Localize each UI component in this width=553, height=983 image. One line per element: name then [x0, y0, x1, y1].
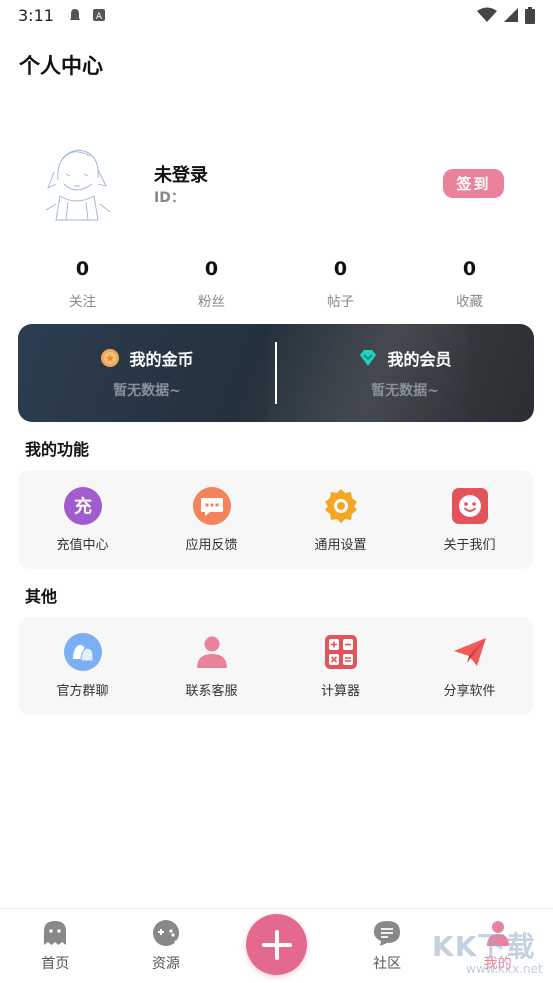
grid-item-label: 通用设置 [314, 537, 367, 553]
smile-icon [451, 487, 488, 524]
functions-section-title: 我的功能 [25, 440, 90, 459]
watermark: KK下载 [432, 930, 536, 963]
gear-icon [324, 488, 357, 523]
svg-text:A: A [96, 12, 103, 22]
status-time: 3:11 [18, 5, 54, 25]
nav-resources[interactable]: 资源 [111, 909, 222, 983]
grid-item-label: 分享软件 [443, 684, 496, 699]
coin-icon [101, 349, 120, 367]
stat-favorites[interactable]: 0 收藏 [405, 256, 534, 310]
contact-support[interactable]: 联系客服 [147, 617, 276, 715]
stat-posts[interactable]: 0 帖子 [276, 256, 405, 310]
share-app[interactable]: 分享软件 [405, 617, 534, 715]
app-icon: A [92, 9, 105, 22]
grid-item-label: 应用反馈 [185, 537, 238, 553]
stat-fans[interactable]: 0 粉丝 [147, 256, 276, 310]
wifi-icon [477, 7, 497, 22]
general-settings[interactable]: 通用设置 [276, 470, 405, 569]
grid-item-label: 官方群聊 [56, 684, 109, 699]
vip-title: 我的会员 [358, 346, 452, 370]
official-group-chat[interactable]: 官方群聊 [18, 617, 147, 715]
my-coins[interactable]: 我的金币 暂无数据~ [18, 324, 276, 422]
grid-item-label: 关于我们 [443, 537, 496, 553]
avatar[interactable] [38, 140, 114, 226]
nav-label: 社区 [373, 956, 402, 972]
stat-value: 0 [75, 258, 90, 280]
nav-label: 首页 [41, 956, 70, 972]
stat-label: 收藏 [456, 294, 483, 310]
nav-community[interactable]: 社区 [332, 909, 443, 983]
page-title: 个人中心 [19, 54, 103, 78]
recharge-icon-text: 充 [74, 495, 92, 517]
my-vip[interactable]: 我的会员 暂无数据~ [276, 324, 534, 422]
battery-icon [525, 6, 535, 24]
send-icon [453, 638, 486, 666]
others-card: 官方群聊 联系客服 计算器 分享软件 [18, 617, 534, 715]
person-icon [196, 636, 227, 668]
plus-icon [261, 929, 292, 960]
gamepad-icon [152, 920, 180, 947]
ghost-icon [44, 921, 67, 945]
recharge-center[interactable]: 充 充值中心 [18, 470, 147, 569]
status-bar: 3:11 A [0, 0, 553, 30]
stat-value: 0 [333, 258, 348, 280]
stat-value: 0 [462, 258, 477, 280]
grid-item-label: 充值中心 [56, 537, 109, 553]
vip-value: 暂无数据~ [371, 383, 439, 399]
user-id: ID： [154, 190, 185, 206]
about-us[interactable]: 关于我们 [405, 470, 534, 569]
app-feedback[interactable]: 应用反馈 [147, 470, 276, 569]
signal-icon [504, 8, 518, 22]
grid-item-label: 计算器 [320, 684, 360, 699]
nav-label: 资源 [151, 956, 180, 972]
wallet-card: 我的金币 暂无数据~ 我的会员 暂无数据~ [18, 324, 534, 422]
group-chat-icon [63, 633, 102, 671]
functions-card: 充 充值中心 应用反馈 通用设置 关于我们 [18, 470, 534, 569]
checkin-button[interactable]: 签到 [443, 169, 504, 198]
others-section-title: 其他 [25, 587, 58, 606]
feedback-icon [192, 486, 231, 525]
chat-icon [374, 921, 401, 946]
watermark-url: www.kkx.net [466, 962, 543, 976]
coins-value: 暂无数据~ [113, 383, 181, 399]
stat-label: 帖子 [327, 294, 354, 310]
stat-following[interactable]: 0 关注 [18, 256, 147, 310]
recharge-icon: 充 [63, 486, 102, 525]
username[interactable]: 未登录 [154, 161, 208, 187]
notification-icon [69, 9, 80, 20]
diamond-icon [360, 350, 377, 366]
stat-value: 0 [204, 258, 219, 280]
grid-item-label: 联系客服 [185, 684, 238, 699]
calculator[interactable]: 计算器 [276, 617, 405, 715]
create-post-button[interactable] [246, 914, 307, 975]
coins-title: 我的金币 [100, 346, 194, 370]
stat-label: 粉丝 [198, 294, 225, 310]
stats-row: 0 关注 0 粉丝 0 帖子 0 收藏 [18, 256, 534, 310]
calculator-icon [324, 635, 357, 669]
stat-label: 关注 [69, 294, 96, 310]
vip-label: 我的会员 [387, 350, 452, 369]
coins-label: 我的金币 [129, 350, 194, 369]
nav-home[interactable]: 首页 [0, 909, 111, 983]
